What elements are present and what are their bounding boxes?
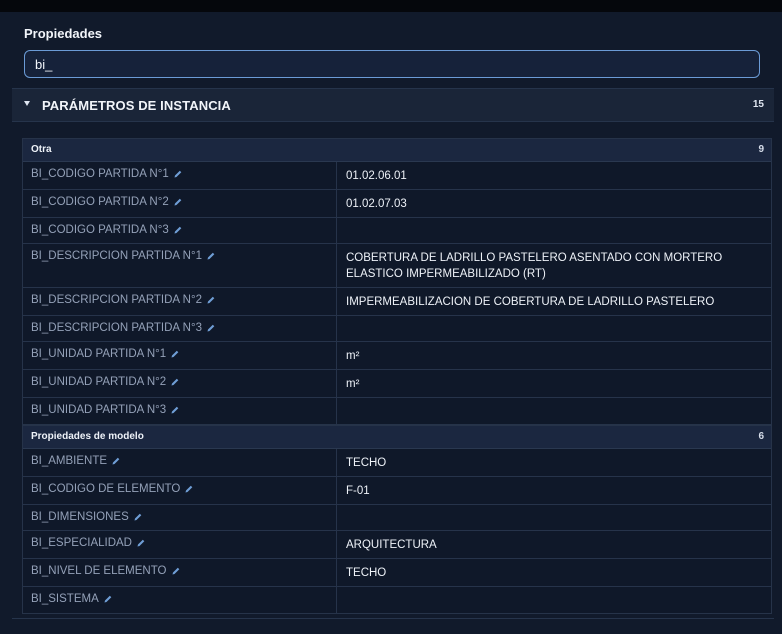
group-title: Propiedades de modelo	[31, 431, 144, 442]
property-name-label: BI_UNIDAD PARTIDA N°1	[31, 348, 167, 360]
property-row[interactable]: BI_DESCRIPCION PARTIDA N°1 COBERTURA DE …	[23, 244, 771, 288]
property-value[interactable]	[337, 218, 771, 243]
group-count: 9	[758, 144, 764, 155]
search-input[interactable]	[24, 50, 760, 78]
property-row[interactable]: BI_SISTEMA	[23, 587, 771, 613]
property-row[interactable]: BI_DESCRIPCION PARTIDA N°3	[23, 316, 771, 342]
property-name-label: BI_CODIGO DE ELEMENTO	[31, 483, 181, 495]
property-value[interactable]: COBERTURA DE LADRILLO PASTELERO ASENTADO…	[337, 244, 771, 287]
property-name: BI_DESCRIPCION PARTIDA N°3	[23, 316, 337, 341]
section-header-instance-parameters[interactable]: PARÁMETROS DE INSTANCIA 15	[12, 88, 774, 122]
pencil-icon[interactable]	[103, 594, 113, 604]
pencil-icon[interactable]	[206, 295, 216, 305]
property-row[interactable]: BI_CODIGO PARTIDA N°2 01.02.07.03	[23, 190, 771, 218]
property-row[interactable]: BI_CODIGO PARTIDA N°1 01.02.06.01	[23, 162, 771, 190]
property-name-label: BI_SISTEMA	[31, 593, 99, 605]
property-value[interactable]: TECHO	[337, 449, 771, 476]
property-value[interactable]: TECHO	[337, 559, 771, 586]
pencil-icon[interactable]	[133, 512, 143, 522]
property-name: BI_CODIGO PARTIDA N°3	[23, 218, 337, 243]
property-value[interactable]	[337, 505, 771, 530]
property-name-label: BI_UNIDAD PARTIDA N°2	[31, 376, 167, 388]
property-value[interactable]: m²	[337, 370, 771, 397]
pencil-icon[interactable]	[173, 197, 183, 207]
group-otra: Otra 9 BI_CODIGO PARTIDA N°1 01.02.06.01…	[22, 138, 772, 425]
property-name: BI_DIMENSIONES	[23, 505, 337, 530]
property-name: BI_AMBIENTE	[23, 449, 337, 476]
property-value[interactable]: IMPERMEABILIZACION DE COBERTURA DE LADRI…	[337, 288, 771, 315]
property-value[interactable]: ARQUITECTURA	[337, 531, 771, 558]
property-name-label: BI_CODIGO PARTIDA N°3	[31, 224, 169, 236]
property-name: BI_DESCRIPCION PARTIDA N°1	[23, 244, 337, 287]
pencil-icon[interactable]	[111, 456, 121, 466]
property-row[interactable]: BI_UNIDAD PARTIDA N°3	[23, 398, 771, 424]
group-count: 6	[758, 431, 764, 442]
property-value[interactable]: m²	[337, 342, 771, 369]
property-row[interactable]: BI_DIMENSIONES	[23, 505, 771, 531]
property-name-label: BI_DESCRIPCION PARTIDA N°1	[31, 250, 202, 262]
property-name-label: BI_ESPECIALIDAD	[31, 537, 132, 549]
property-name-label: BI_DESCRIPCION PARTIDA N°3	[31, 322, 202, 334]
property-name: BI_CODIGO DE ELEMENTO	[23, 477, 337, 504]
panel-divider	[12, 618, 774, 619]
property-name: BI_UNIDAD PARTIDA N°3	[23, 398, 337, 424]
pencil-icon[interactable]	[184, 484, 194, 494]
group-title: Otra	[31, 144, 52, 155]
pencil-icon[interactable]	[173, 225, 183, 235]
section-title: PARÁMETROS DE INSTANCIA	[42, 98, 231, 113]
pencil-icon[interactable]	[173, 169, 183, 179]
property-value[interactable]	[337, 398, 771, 424]
property-row[interactable]: BI_ESPECIALIDAD ARQUITECTURA	[23, 531, 771, 559]
pencil-icon[interactable]	[170, 377, 180, 387]
property-name: BI_UNIDAD PARTIDA N°1	[23, 342, 337, 369]
pencil-icon[interactable]	[170, 349, 180, 359]
property-name: BI_ESPECIALIDAD	[23, 531, 337, 558]
property-row[interactable]: BI_AMBIENTE TECHO	[23, 449, 771, 477]
property-value[interactable]	[337, 587, 771, 613]
property-name-label: BI_CODIGO PARTIDA N°1	[31, 168, 169, 180]
property-name-label: BI_DESCRIPCION PARTIDA N°2	[31, 294, 202, 306]
property-row[interactable]: BI_NIVEL DE ELEMENTO TECHO	[23, 559, 771, 587]
property-name-label: BI_NIVEL DE ELEMENTO	[31, 565, 167, 577]
property-name: BI_NIVEL DE ELEMENTO	[23, 559, 337, 586]
property-name: BI_DESCRIPCION PARTIDA N°2	[23, 288, 337, 315]
pencil-icon[interactable]	[206, 323, 216, 333]
caret-down-icon[interactable]	[24, 101, 30, 106]
property-name: BI_CODIGO PARTIDA N°2	[23, 190, 337, 217]
property-value[interactable]: 01.02.06.01	[337, 162, 771, 189]
property-name: BI_CODIGO PARTIDA N°1	[23, 162, 337, 189]
group-header[interactable]: Propiedades de modelo 6	[23, 426, 771, 449]
panel-title: Propiedades	[24, 26, 103, 41]
property-name-label: BI_AMBIENTE	[31, 455, 108, 467]
property-row[interactable]: BI_CODIGO DE ELEMENTO F-01	[23, 477, 771, 505]
property-row[interactable]: BI_UNIDAD PARTIDA N°2 m²	[23, 370, 771, 398]
group-propiedades-de-modelo: Propiedades de modelo 6 BI_AMBIENTE TECH…	[22, 425, 772, 614]
section-count: 15	[752, 99, 764, 110]
property-value[interactable]: F-01	[337, 477, 771, 504]
pencil-icon[interactable]	[170, 405, 180, 415]
property-row[interactable]: BI_UNIDAD PARTIDA N°1 m²	[23, 342, 771, 370]
property-name: BI_UNIDAD PARTIDA N°2	[23, 370, 337, 397]
property-value[interactable]: 01.02.07.03	[337, 190, 771, 217]
property-name-label: BI_CODIGO PARTIDA N°2	[31, 196, 169, 208]
top-bar	[0, 0, 782, 12]
property-name: BI_SISTEMA	[23, 587, 337, 613]
pencil-icon[interactable]	[206, 251, 216, 261]
property-row[interactable]: BI_DESCRIPCION PARTIDA N°2 IMPERMEABILIZ…	[23, 288, 771, 316]
property-name-label: BI_DIMENSIONES	[31, 511, 129, 523]
property-row[interactable]: BI_CODIGO PARTIDA N°3	[23, 218, 771, 244]
property-value[interactable]	[337, 316, 771, 341]
pencil-icon[interactable]	[171, 566, 181, 576]
group-header[interactable]: Otra 9	[23, 139, 771, 162]
property-name-label: BI_UNIDAD PARTIDA N°3	[31, 404, 167, 416]
pencil-icon[interactable]	[136, 538, 146, 548]
